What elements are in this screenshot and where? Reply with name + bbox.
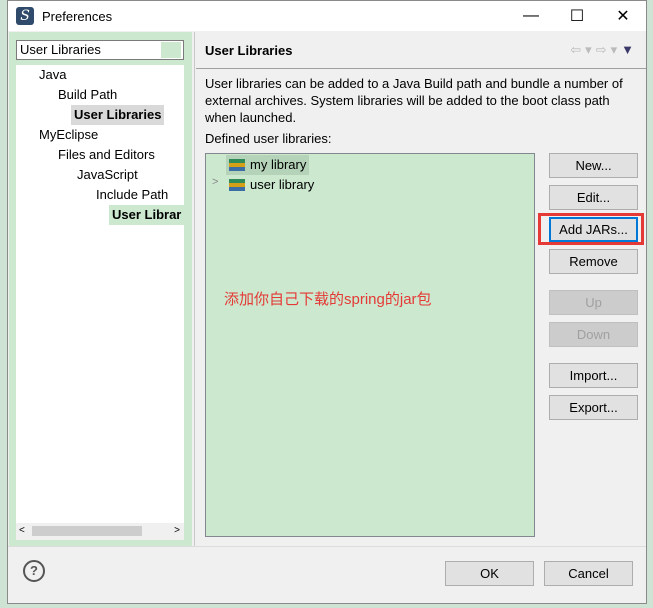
preferences-nav-panel: User Libraries Java Build Path User Libr… (9, 32, 192, 546)
preferences-dialog: S Preferences — ☐ ✕ User Libraries Java … (7, 0, 647, 604)
scrollbar-thumb[interactable] (32, 526, 142, 536)
back-arrow-icon[interactable]: ⇦ (570, 42, 585, 57)
down-button[interactable]: Down (549, 322, 638, 347)
back-menu-icon[interactable]: ▾ (585, 42, 596, 57)
scroll-right-icon[interactable]: > (174, 525, 180, 536)
expand-chevron-icon[interactable]: > (212, 176, 218, 188)
title-bar: S Preferences — ☐ ✕ (8, 1, 646, 31)
close-button[interactable]: ✕ (600, 1, 646, 31)
library-item-user-library[interactable]: user library (226, 175, 317, 195)
page-title: User Libraries (205, 43, 293, 58)
panel-divider[interactable] (192, 32, 195, 546)
library-label: user library (250, 177, 315, 192)
tree-item-include-path[interactable]: Include Path (93, 185, 171, 205)
clear-filter-icon[interactable] (161, 42, 181, 58)
add-jars-button[interactable]: Add JARs... (549, 217, 638, 242)
tree-item-build-path[interactable]: Build Path (55, 85, 120, 105)
app-logo-icon: S (16, 7, 34, 25)
page-description: User libraries can be added to a Java Bu… (205, 76, 623, 125)
preference-page: User Libraries ⇦▾⇨▾▼ User libraries can … (196, 32, 646, 546)
tree-item-js-user-libraries[interactable]: User Librar (109, 205, 184, 225)
help-icon[interactable]: ? (23, 560, 45, 582)
ok-button[interactable]: OK (445, 561, 534, 586)
tree-item-files-and-editors[interactable]: Files and Editors (55, 145, 158, 165)
tree-item-java[interactable]: Java (36, 65, 69, 85)
export-button[interactable]: Export... (549, 395, 638, 420)
tree-item-myeclipse[interactable]: MyEclipse (36, 125, 101, 145)
new-button[interactable]: New... (549, 153, 638, 178)
user-libraries-list: my library > user library 添加你自己下载的spring… (205, 153, 535, 537)
maximize-button[interactable]: ☐ (554, 1, 600, 31)
window-title: Preferences (42, 8, 113, 24)
library-item-my-library[interactable]: my library (226, 155, 310, 175)
library-icon (229, 179, 245, 191)
library-label: my library (250, 157, 307, 172)
scroll-left-icon[interactable]: < (19, 525, 25, 536)
tree-item-javascript[interactable]: JavaScript (74, 165, 141, 185)
up-button[interactable]: Up (549, 290, 638, 315)
page-navigation: ⇦▾⇨▾▼ (570, 42, 638, 58)
minimize-button[interactable]: — (508, 1, 554, 31)
horizontal-scrollbar[interactable]: < > (16, 523, 184, 540)
view-menu-icon[interactable]: ▼ (621, 42, 638, 57)
tree-item-java-user-libraries[interactable]: User Libraries (71, 105, 165, 125)
library-icon (229, 159, 245, 171)
defined-libraries-label: Defined user libraries: (205, 131, 332, 146)
annotation-note: 添加你自己下载的spring的jar包 (224, 291, 432, 308)
preferences-tree: Java Build Path User Libraries MyEclipse… (16, 65, 184, 527)
dialog-footer: ? OK Cancel (8, 546, 646, 603)
filter-value: User Libraries (20, 42, 101, 57)
edit-button[interactable]: Edit... (549, 185, 638, 210)
cancel-button[interactable]: Cancel (544, 561, 633, 586)
forward-menu-icon[interactable]: ▾ (611, 42, 622, 57)
filter-input[interactable]: User Libraries (16, 40, 184, 60)
divider (196, 68, 646, 69)
forward-arrow-icon[interactable]: ⇨ (596, 42, 611, 57)
remove-button[interactable]: Remove (549, 249, 638, 274)
import-button[interactable]: Import... (549, 363, 638, 388)
